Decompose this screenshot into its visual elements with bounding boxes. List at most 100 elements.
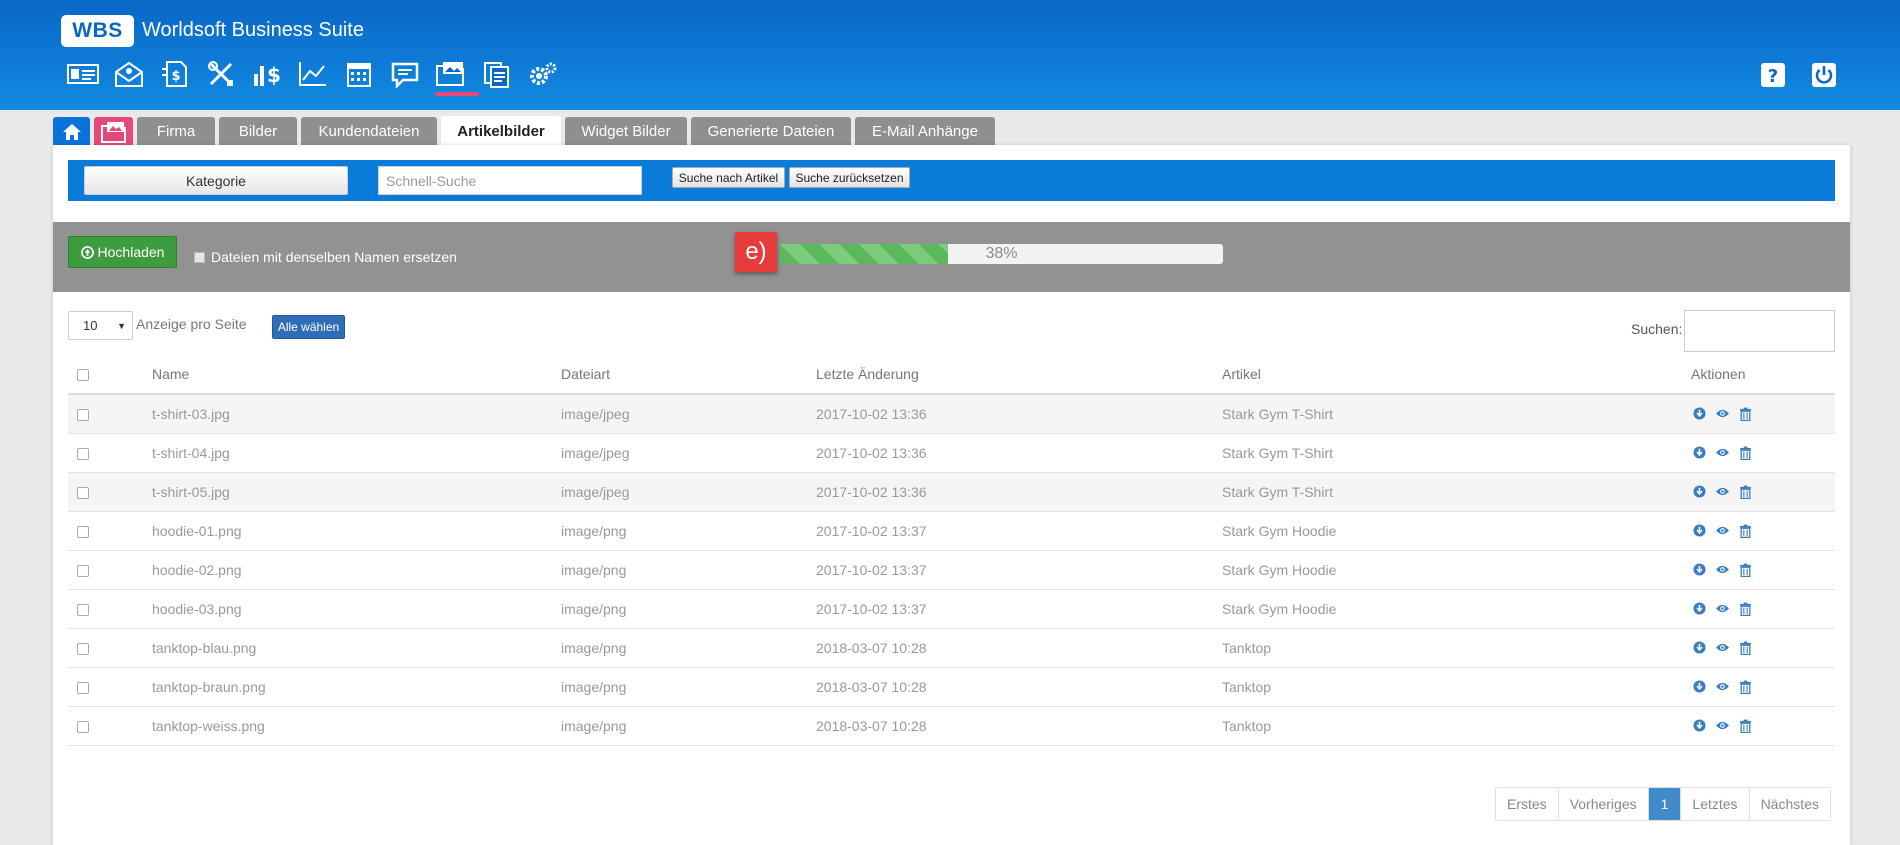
svg-text:$: $	[171, 69, 180, 84]
table-header-row: Name Dateiart Letzte Änderung Artikel Ak…	[68, 354, 1835, 395]
table-row[interactable]: tanktop-blau.png image/png 2018-03-07 10:2…	[68, 628, 1835, 668]
per-page-select[interactable]: 10 ▼	[68, 311, 133, 340]
row-checkbox[interactable]	[77, 564, 89, 577]
step-badge: e)	[735, 232, 777, 272]
eye-icon[interactable]	[1714, 679, 1731, 695]
help-icon[interactable]: ?	[1760, 62, 1786, 88]
cell-modified: 2017-10-02 13:37	[816, 589, 1222, 629]
tab-kundendateien[interactable]: Kundendateien	[301, 117, 437, 146]
tab-images[interactable]	[94, 117, 133, 146]
tab-bilder[interactable]: Bilder	[219, 117, 297, 146]
eye-icon[interactable]	[1714, 562, 1731, 578]
tab-home[interactable]	[53, 117, 90, 146]
pagination-next[interactable]: Nächstes	[1749, 788, 1830, 820]
eye-icon[interactable]	[1714, 445, 1731, 461]
files-table: Name Dateiart Letzte Änderung Artikel Ak…	[68, 354, 1835, 746]
row-checkbox[interactable]	[77, 447, 89, 460]
eye-icon[interactable]	[1714, 718, 1731, 734]
trash-icon[interactable]	[1737, 640, 1754, 656]
document-dollar-icon[interactable]: $	[152, 60, 198, 98]
table-row[interactable]: tanktop-weiss.png image/png 2018-03-07 10:…	[68, 706, 1835, 746]
download-icon[interactable]	[1691, 406, 1708, 422]
download-icon[interactable]	[1691, 523, 1708, 539]
trash-icon[interactable]	[1737, 445, 1754, 461]
pagination-current[interactable]: 1	[1648, 788, 1682, 820]
cell-type: image/png	[561, 511, 816, 551]
cell-type: image/png	[561, 706, 816, 746]
calendar-icon[interactable]	[336, 60, 382, 98]
table-row[interactable]: hoodie-03.png image/png 2017-10-02 13:37 St…	[68, 589, 1835, 629]
eye-icon[interactable]	[1714, 640, 1731, 656]
table-row[interactable]: tanktop-braun.png image/png 2018-03-07 10:…	[68, 667, 1835, 707]
reset-search-button[interactable]: Suche zurücksetzen	[789, 167, 910, 188]
download-icon[interactable]	[1691, 640, 1708, 656]
trash-icon[interactable]	[1737, 484, 1754, 500]
finance-icon[interactable]: $	[244, 60, 290, 98]
quick-search-input[interactable]: Schnell-Suche	[378, 166, 642, 195]
replace-files-label: Dateien mit denselben Namen ersetzen	[211, 249, 457, 265]
chart-icon[interactable]	[290, 60, 336, 98]
upload-icon	[80, 245, 94, 259]
table-row[interactable]: t-shirt-05.jpg image/jpeg 2017-10-02 13:36…	[68, 472, 1835, 512]
pagination-last[interactable]: Letztes	[1681, 788, 1750, 820]
download-icon[interactable]	[1691, 562, 1708, 578]
trash-icon[interactable]	[1737, 718, 1754, 734]
eye-icon[interactable]	[1714, 523, 1731, 539]
settings-icon[interactable]	[520, 60, 566, 98]
download-icon[interactable]	[1691, 601, 1708, 617]
eye-icon[interactable]	[1714, 406, 1731, 422]
select-all-checkbox[interactable]	[77, 368, 89, 381]
download-icon[interactable]	[1691, 445, 1708, 461]
eye-icon[interactable]	[1714, 484, 1731, 500]
pagination-prev[interactable]: Vorheriges	[1558, 788, 1649, 820]
power-icon[interactable]	[1811, 62, 1837, 88]
replace-files-checkbox[interactable]	[194, 252, 205, 263]
tab-widget-bilder[interactable]: Widget Bilder	[565, 117, 687, 146]
trash-icon[interactable]	[1737, 406, 1754, 422]
download-icon[interactable]	[1691, 679, 1708, 695]
trash-icon[interactable]	[1737, 562, 1754, 578]
documents-icon[interactable]	[474, 60, 520, 98]
column-header-type[interactable]: Dateiart	[561, 354, 816, 395]
row-select-cell	[68, 589, 152, 629]
tab-artikelbilder[interactable]: Artikelbilder	[441, 116, 561, 146]
row-checkbox[interactable]	[77, 409, 89, 422]
select-all-button[interactable]: Alle wählen	[272, 315, 345, 339]
row-checkbox[interactable]	[77, 642, 89, 655]
mail-icon[interactable]	[106, 60, 152, 98]
row-checkbox[interactable]	[77, 525, 89, 538]
search-by-article-button[interactable]: Suche nach Artikel	[672, 167, 785, 188]
row-checkbox[interactable]	[77, 681, 89, 694]
row-checkbox[interactable]	[77, 720, 89, 733]
main-panel: Kategorie Schnell-Suche Suche nach Artik…	[53, 145, 1850, 845]
table-row[interactable]: hoodie-01.png image/png 2017-10-02 13:37 St…	[68, 511, 1835, 551]
pagination-first[interactable]: Erstes	[1496, 788, 1559, 820]
download-icon[interactable]	[1691, 718, 1708, 734]
tab-generierte-dateien[interactable]: Generierte Dateien	[691, 117, 851, 146]
upload-button[interactable]: Hochladen	[68, 236, 177, 268]
trash-icon[interactable]	[1737, 523, 1754, 539]
eye-icon[interactable]	[1714, 601, 1731, 617]
tab-firma[interactable]: Firma	[137, 117, 215, 146]
download-icon[interactable]	[1691, 484, 1708, 500]
search-input[interactable]	[1684, 310, 1835, 352]
folder-images-icon[interactable]	[428, 60, 479, 98]
cell-article: Stark Gym T-Shirt	[1222, 433, 1691, 473]
tools-icon[interactable]	[198, 60, 244, 98]
table-row[interactable]: t-shirt-03.jpg image/jpeg 2017-10-02 13:36…	[68, 394, 1835, 434]
row-checkbox[interactable]	[77, 486, 89, 499]
trash-icon[interactable]	[1737, 601, 1754, 617]
chat-icon[interactable]	[382, 60, 428, 98]
cell-name: t-shirt-03.jpg	[152, 394, 561, 434]
tab-email-anhaenge[interactable]: E-Mail Anhänge	[855, 117, 995, 146]
home-icon	[62, 123, 81, 140]
table-row[interactable]: hoodie-02.png image/png 2017-10-02 13:37 St…	[68, 550, 1835, 590]
contact-card-icon[interactable]	[60, 60, 106, 98]
column-header-name[interactable]: Name	[152, 354, 561, 395]
column-header-modified[interactable]: Letzte Änderung	[816, 354, 1222, 395]
column-header-article[interactable]: Artikel	[1222, 354, 1691, 395]
trash-icon[interactable]	[1737, 679, 1754, 695]
kategorie-button[interactable]: Kategorie	[84, 166, 348, 195]
row-checkbox[interactable]	[77, 603, 89, 616]
table-row[interactable]: t-shirt-04.jpg image/jpeg 2017-10-02 13:36…	[68, 433, 1835, 473]
